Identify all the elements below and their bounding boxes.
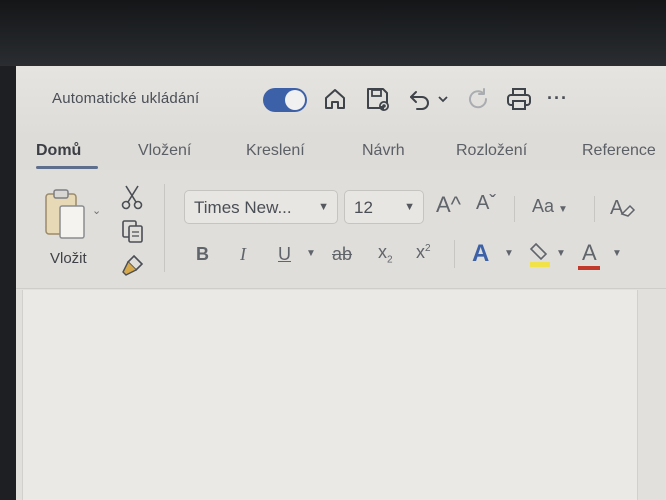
save-icon[interactable]: [363, 84, 393, 114]
font-color-swatch: [578, 266, 600, 270]
screen-bezel: [0, 0, 666, 66]
highlighter-icon: [529, 242, 550, 267]
text-effects-chevron-down-icon[interactable]: ▼: [504, 248, 514, 259]
tab-references[interactable]: Reference: [582, 142, 656, 160]
bold-button[interactable]: B: [196, 244, 209, 265]
superscript-button[interactable]: x2: [416, 242, 431, 263]
autosave-toggle[interactable]: [263, 88, 307, 112]
highlight-color-button[interactable]: [528, 240, 552, 275]
shrink-font-icon: Aˇ: [476, 192, 496, 214]
subscript-mark: 2: [387, 254, 393, 266]
grow-font-button[interactable]: A^: [436, 192, 461, 218]
tab-insert[interactable]: Vložení: [138, 142, 191, 160]
clear-formatting-icon[interactable]: A: [608, 194, 636, 225]
grow-font-icon: A^: [436, 192, 461, 217]
document-page[interactable]: [22, 290, 638, 500]
font-color-chevron-down-icon[interactable]: ▼: [612, 248, 622, 259]
strikethrough-button[interactable]: ab: [332, 244, 352, 265]
superscript-base: x: [416, 242, 425, 262]
paste-chevron-down-icon[interactable]: ⌄: [92, 204, 101, 217]
group-separator: [514, 196, 515, 222]
font-family-value: Times New...: [194, 198, 292, 217]
change-case-label: Aa: [532, 196, 555, 216]
font-family-select[interactable]: Times New... ▼: [184, 190, 338, 224]
format-painter-icon[interactable]: [120, 252, 146, 283]
group-separator: [164, 184, 165, 272]
font-size-select[interactable]: 12 ▼: [344, 190, 424, 224]
home-icon[interactable]: [320, 84, 350, 114]
print-icon[interactable]: [504, 84, 534, 114]
tab-home[interactable]: Domů: [36, 142, 81, 160]
word-window: Automatické ukládání ··· Domů Vložení Kr…: [16, 66, 666, 500]
undo-icon[interactable]: [405, 84, 435, 114]
font-size-value: 12: [354, 198, 373, 217]
italic-button[interactable]: I: [240, 244, 246, 265]
shrink-font-button[interactable]: Aˇ: [476, 192, 496, 215]
group-separator: [454, 240, 455, 268]
ribbon-divider: [16, 288, 666, 289]
subscript-base: x: [378, 242, 387, 262]
cut-icon[interactable]: [120, 184, 144, 215]
underline-button[interactable]: U: [278, 244, 291, 265]
paste-button[interactable]: ⌄ Vložit: [38, 186, 108, 272]
ribbon-home: ⌄ Vložit Times New... ▼ 12 ▼ A^ Aˇ Aa ▼ A: [16, 170, 666, 288]
autosave-label: Automatické ukládání: [52, 90, 200, 107]
change-case-button[interactable]: Aa ▼: [532, 196, 568, 217]
text-effects-button[interactable]: A: [472, 240, 489, 268]
more-icon[interactable]: ···: [547, 88, 568, 109]
chevron-down-icon: ▼: [318, 201, 329, 213]
group-separator: [594, 196, 595, 222]
ribbon-tabs: Domů Vložení Kreslení Návrh Rozložení Re…: [16, 138, 666, 170]
highlight-chevron-down-icon[interactable]: ▼: [556, 248, 566, 259]
subscript-button[interactable]: x2: [378, 242, 393, 266]
font-color-letter: A: [582, 240, 597, 265]
copy-icon[interactable]: [120, 218, 146, 249]
paste-label: Vložit: [50, 250, 87, 267]
svg-text:A: A: [610, 197, 624, 219]
tab-layout[interactable]: Rozložení: [456, 142, 527, 160]
chevron-down-icon: ▼: [404, 201, 415, 213]
title-bar: Automatické ukládání ···: [16, 66, 666, 138]
tab-draw[interactable]: Kreslení: [246, 142, 305, 160]
chevron-down-icon: ▼: [558, 204, 568, 215]
underline-chevron-down-icon[interactable]: ▼: [306, 248, 316, 259]
paste-icon: [45, 189, 85, 239]
tab-design[interactable]: Návrh: [362, 142, 405, 160]
active-tab-indicator: [36, 166, 98, 169]
superscript-mark: 2: [425, 243, 431, 254]
redo-icon[interactable]: [464, 84, 494, 114]
undo-chevron-down-icon[interactable]: [434, 84, 452, 114]
toggle-knob: [285, 90, 305, 110]
